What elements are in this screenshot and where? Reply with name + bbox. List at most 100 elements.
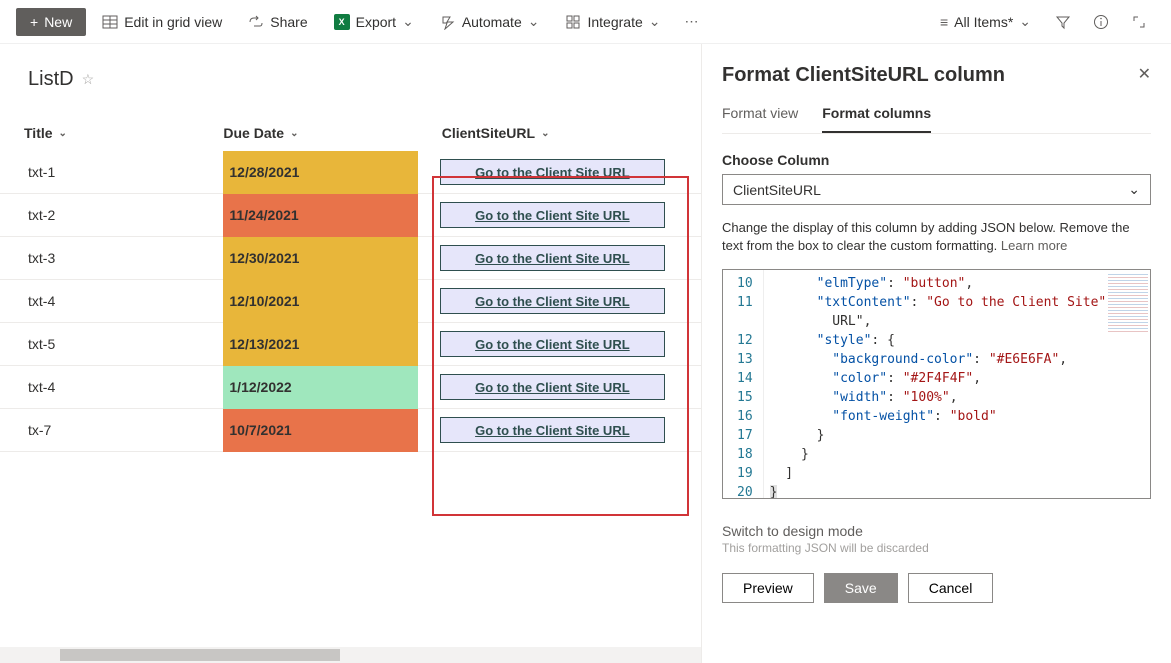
cell-title: txt-4 [24,293,223,309]
list-title: ListD [28,68,74,91]
client-site-url-button[interactable]: Go to the Client Site URL [440,288,665,314]
client-site-url-button[interactable]: Go to the Client Site URL [440,417,665,443]
cell-title: tx-7 [24,422,223,438]
table-row[interactable]: txt-211/24/2021 Go to the Client Site URL [0,194,701,237]
cell-url: Go to the Client Site URL [428,202,677,228]
minimap [1108,272,1148,332]
column-header-due[interactable]: Due Date⌄ [223,115,427,151]
expand-button[interactable] [1123,10,1155,34]
table-row[interactable]: tx-710/7/2021 Go to the Client Site URL [0,409,701,452]
line-gutter: 1011 121314151617181920 [723,270,764,498]
client-site-url-button[interactable]: Go to the Client Site URL [440,159,665,185]
cell-due: 1/12/2022 [223,366,427,409]
overflow-button[interactable]: ⋯ [676,9,706,34]
excel-icon: X [334,14,350,30]
list-grid: Title⌄ Due Date⌄ ClientSiteURL⌄ txt-112/… [0,115,701,452]
list-icon: ≡ [940,14,948,30]
expand-icon [1131,14,1147,30]
plus-icon: + [30,14,38,30]
client-site-url-button[interactable]: Go to the Client Site URL [440,331,665,357]
filter-icon [1055,14,1071,30]
share-label: Share [270,14,307,30]
table-row[interactable]: txt-412/10/2021 Go to the Client Site URL [0,280,701,323]
cell-due: 10/7/2021 [223,409,427,452]
help-text: Change the display of this column by add… [722,219,1151,255]
export-button[interactable]: X Export ⌄ [324,9,424,34]
new-label: New [44,14,72,30]
filter-button[interactable] [1047,10,1079,34]
cell-url: Go to the Client Site URL [428,331,677,357]
edit-grid-label: Edit in grid view [124,14,222,30]
chevron-down-icon: ⌄ [649,13,661,30]
integrate-button[interactable]: Integrate ⌄ [555,9,670,34]
column-header-url[interactable]: ClientSiteURL⌄ [428,115,677,151]
choose-column-value: ClientSiteURL [733,182,821,198]
cell-url: Go to the Client Site URL [428,159,677,185]
command-bar: + New Edit in grid view Share X Export ⌄… [0,0,1171,44]
cell-url: Go to the Client Site URL [428,288,677,314]
cell-due: 12/30/2021 [223,237,427,280]
tab-format-columns[interactable]: Format columns [822,105,931,133]
new-button[interactable]: + New [16,8,86,36]
export-label: Export [356,14,396,30]
chevron-down-icon: ⌄ [290,128,298,139]
format-panel: ✕ Format ClientSiteURL column Format vie… [701,44,1171,663]
chevron-down-icon: ⌄ [528,13,540,30]
chevron-down-icon: ⌄ [541,128,549,139]
table-row[interactable]: txt-512/13/2021 Go to the Client Site URL [0,323,701,366]
learn-more-link[interactable]: Learn more [1001,238,1067,253]
chevron-down-icon: ⌄ [402,13,414,30]
cell-title: txt-4 [24,379,223,395]
grid-icon [102,14,118,30]
design-mode-link[interactable]: Switch to design mode [722,523,1151,539]
client-site-url-button[interactable]: Go to the Client Site URL [440,202,665,228]
cell-title: txt-5 [24,336,223,352]
cell-title: txt-1 [24,164,223,180]
cell-url: Go to the Client Site URL [428,417,677,443]
automate-label: Automate [462,14,522,30]
automate-icon [440,14,456,30]
favorite-icon[interactable]: ☆ [82,71,95,88]
tab-format-view[interactable]: Format view [722,105,798,133]
cell-url: Go to the Client Site URL [428,245,677,271]
choose-column-select[interactable]: ClientSiteURL ⌄ [722,174,1151,205]
list-area: ListD ☆ Title⌄ Due Date⌄ ClientSiteURL⌄ … [0,44,701,663]
integrate-icon [565,14,581,30]
more-icon: ⋯ [684,13,698,29]
column-header-title[interactable]: Title⌄ [24,115,223,151]
client-site-url-button[interactable]: Go to the Client Site URL [440,374,665,400]
save-button[interactable]: Save [824,573,898,603]
client-site-url-button[interactable]: Go to the Client Site URL [440,245,665,271]
cell-due: 11/24/2021 [223,194,427,237]
close-button[interactable]: ✕ [1138,64,1151,84]
preview-button[interactable]: Preview [722,573,814,603]
cell-due: 12/10/2021 [223,280,427,323]
chevron-down-icon: ⌄ [59,128,67,139]
view-label: All Items* [954,14,1013,30]
edit-grid-button[interactable]: Edit in grid view [92,10,232,34]
automate-button[interactable]: Automate ⌄ [430,9,550,34]
table-row[interactable]: txt-112/28/2021 Go to the Client Site URL [0,151,701,194]
panel-title: Format ClientSiteURL column [722,64,1151,87]
info-button[interactable] [1085,10,1117,34]
table-row[interactable]: txt-41/12/2022 Go to the Client Site URL [0,366,701,409]
share-button[interactable]: Share [238,10,317,34]
chevron-down-icon: ⌄ [1128,181,1140,198]
code-content[interactable]: "elmType": "button", "txtContent": "Go t… [764,270,1150,498]
cell-url: Go to the Client Site URL [428,374,677,400]
share-icon [248,14,264,30]
integrate-label: Integrate [587,14,642,30]
design-mode-sub: This formatting JSON will be discarded [722,541,1151,555]
cell-title: txt-2 [24,207,223,223]
cell-due: 12/13/2021 [223,323,427,366]
choose-column-label: Choose Column [722,152,1151,168]
json-editor[interactable]: 1011 121314151617181920 "elmType": "butt… [722,269,1151,499]
view-selector[interactable]: ≡ All Items* ⌄ [930,9,1041,34]
chevron-down-icon: ⌄ [1019,13,1031,30]
cancel-button[interactable]: Cancel [908,573,994,603]
cell-title: txt-3 [24,250,223,266]
horizontal-scrollbar[interactable] [0,647,701,663]
table-row[interactable]: txt-312/30/2021 Go to the Client Site URL [0,237,701,280]
cell-due: 12/28/2021 [223,151,427,194]
info-icon [1093,14,1109,30]
